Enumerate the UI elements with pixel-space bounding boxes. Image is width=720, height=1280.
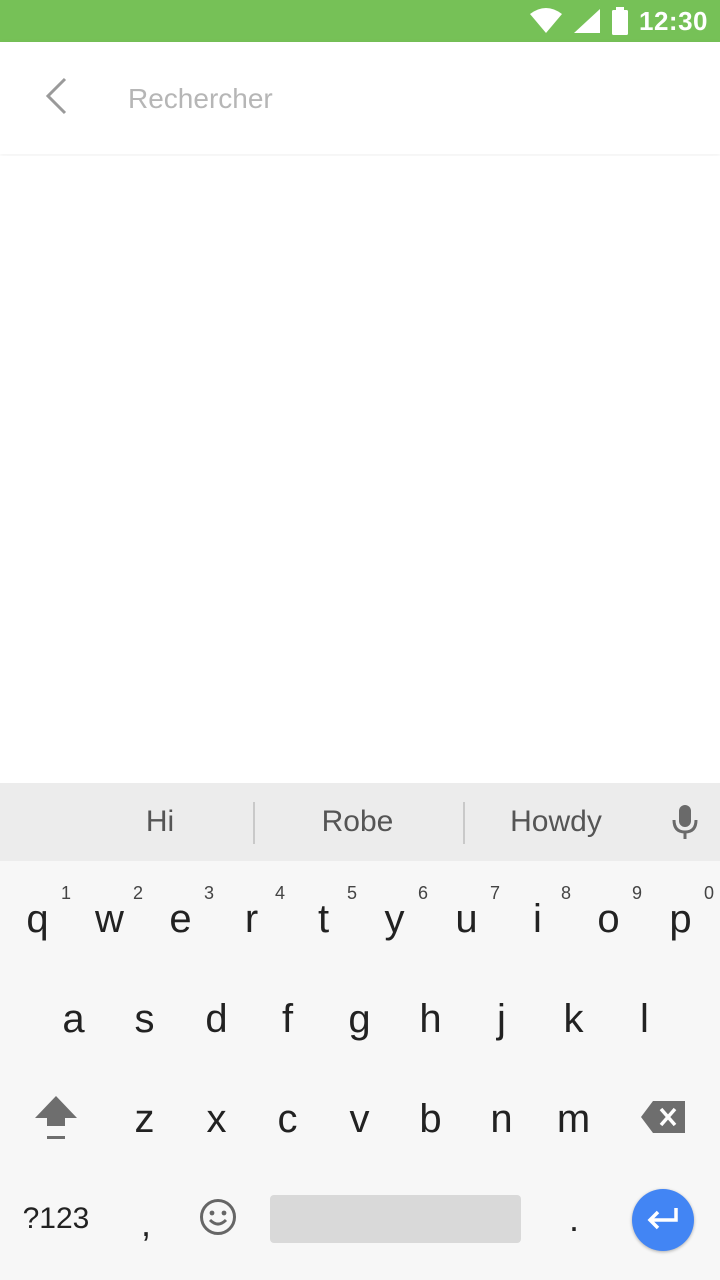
key-z[interactable]: z (109, 1069, 180, 1169)
symbols-key[interactable]: ?123 (10, 1169, 102, 1269)
key-g[interactable]: g (324, 969, 395, 1069)
key-label: j (497, 996, 506, 1041)
space-key[interactable] (270, 1195, 521, 1243)
key-h[interactable]: h (395, 969, 466, 1069)
backspace-icon (640, 1100, 686, 1139)
key-i[interactable]: i8 (502, 869, 573, 969)
key-hint: 6 (417, 883, 428, 903)
key-b[interactable]: b (395, 1069, 466, 1169)
key-label: p (669, 896, 692, 941)
key-label: e (169, 896, 192, 941)
key-u[interactable]: u7 (431, 869, 502, 969)
key-label: u (455, 896, 478, 941)
key-label: y (384, 896, 405, 941)
suggestion-3[interactable]: Howdy (470, 783, 642, 861)
key-p[interactable]: p0 (645, 869, 716, 969)
key-label: b (419, 1096, 442, 1141)
status-bar: 12:30 (0, 0, 720, 42)
shift-icon (33, 1092, 79, 1147)
microphone-icon (671, 804, 699, 845)
key-q[interactable]: q1 (2, 869, 73, 969)
key-label: i (533, 896, 542, 941)
enter-icon (646, 1206, 680, 1235)
key-label: h (419, 996, 442, 1041)
key-hint: 9 (631, 883, 642, 903)
key-hint: 3 (203, 883, 214, 903)
key-label: n (490, 1096, 513, 1141)
suggestion-divider (253, 802, 255, 844)
period-label: . (568, 1198, 579, 1239)
enter-key[interactable] (632, 1189, 694, 1251)
key-c[interactable]: c (252, 1069, 323, 1169)
key-w[interactable]: w2 (74, 869, 145, 969)
emoji-icon (199, 1198, 237, 1241)
cell-signal-icon (573, 8, 601, 34)
key-m[interactable]: m (538, 1069, 609, 1169)
comma-label: , (140, 1203, 151, 1244)
backspace-key[interactable] (626, 1069, 700, 1169)
key-label: k (563, 996, 584, 1041)
key-hint: 2 (132, 883, 143, 903)
key-n[interactable]: n (466, 1069, 537, 1169)
key-r[interactable]: r4 (216, 869, 287, 969)
key-label: l (640, 996, 649, 1041)
chevron-left-icon (43, 76, 69, 121)
key-hint: 7 (489, 883, 500, 903)
key-v[interactable]: v (324, 1069, 395, 1169)
key-hint: 4 (274, 883, 285, 903)
comma-key[interactable]: , (110, 1169, 182, 1269)
voice-input-button[interactable] (660, 801, 710, 847)
key-label: g (348, 996, 371, 1041)
status-icons: 12:30 (529, 0, 708, 42)
key-j[interactable]: j (466, 969, 537, 1069)
key-hint: 0 (703, 883, 714, 903)
key-label: t (317, 896, 330, 941)
key-x[interactable]: x (181, 1069, 252, 1169)
key-d[interactable]: d (181, 969, 252, 1069)
key-label: a (62, 996, 85, 1041)
suggestion-2[interactable]: Robe (260, 783, 455, 861)
key-o[interactable]: o9 (573, 869, 644, 969)
key-label: o (597, 896, 620, 941)
keyboard: Hi Robe Howdy q1 w2 e3 r4 t5 y6 u7 i8 o9… (0, 783, 720, 1280)
key-a[interactable]: a (38, 969, 109, 1069)
search-input[interactable] (128, 76, 688, 122)
key-f[interactable]: f (252, 969, 323, 1069)
key-label: c (277, 1096, 298, 1141)
emoji-key[interactable] (182, 1169, 254, 1269)
key-t[interactable]: t5 (288, 869, 359, 969)
key-k[interactable]: k (538, 969, 609, 1069)
key-hint: 5 (346, 883, 357, 903)
key-hint: 8 (560, 883, 571, 903)
key-e[interactable]: e3 (145, 869, 216, 969)
shift-key[interactable] (20, 1069, 92, 1169)
search-header (0, 42, 720, 154)
status-time: 12:30 (639, 5, 708, 36)
key-label: v (349, 1096, 370, 1141)
key-label: d (205, 996, 228, 1041)
battery-icon (611, 7, 629, 35)
symbols-label: ?123 (22, 1202, 90, 1235)
key-label: s (134, 996, 155, 1041)
period-key[interactable]: . (538, 1169, 610, 1269)
back-button[interactable] (30, 72, 82, 124)
key-s[interactable]: s (109, 969, 180, 1069)
key-label: z (134, 1096, 155, 1141)
wifi-icon (529, 8, 563, 34)
key-label: q (26, 896, 49, 941)
suggestion-divider (463, 802, 465, 844)
key-label: x (206, 1096, 227, 1141)
key-l[interactable]: l (609, 969, 680, 1069)
suggestion-strip: Hi Robe Howdy (0, 783, 720, 861)
key-label: m (556, 1096, 591, 1141)
key-hint: 1 (60, 883, 71, 903)
results-area (0, 156, 720, 783)
key-label: f (281, 996, 294, 1041)
key-label: r (244, 896, 259, 941)
key-y[interactable]: y6 (359, 869, 430, 969)
key-label: w (95, 896, 124, 941)
suggestion-1[interactable]: Hi (70, 783, 250, 861)
